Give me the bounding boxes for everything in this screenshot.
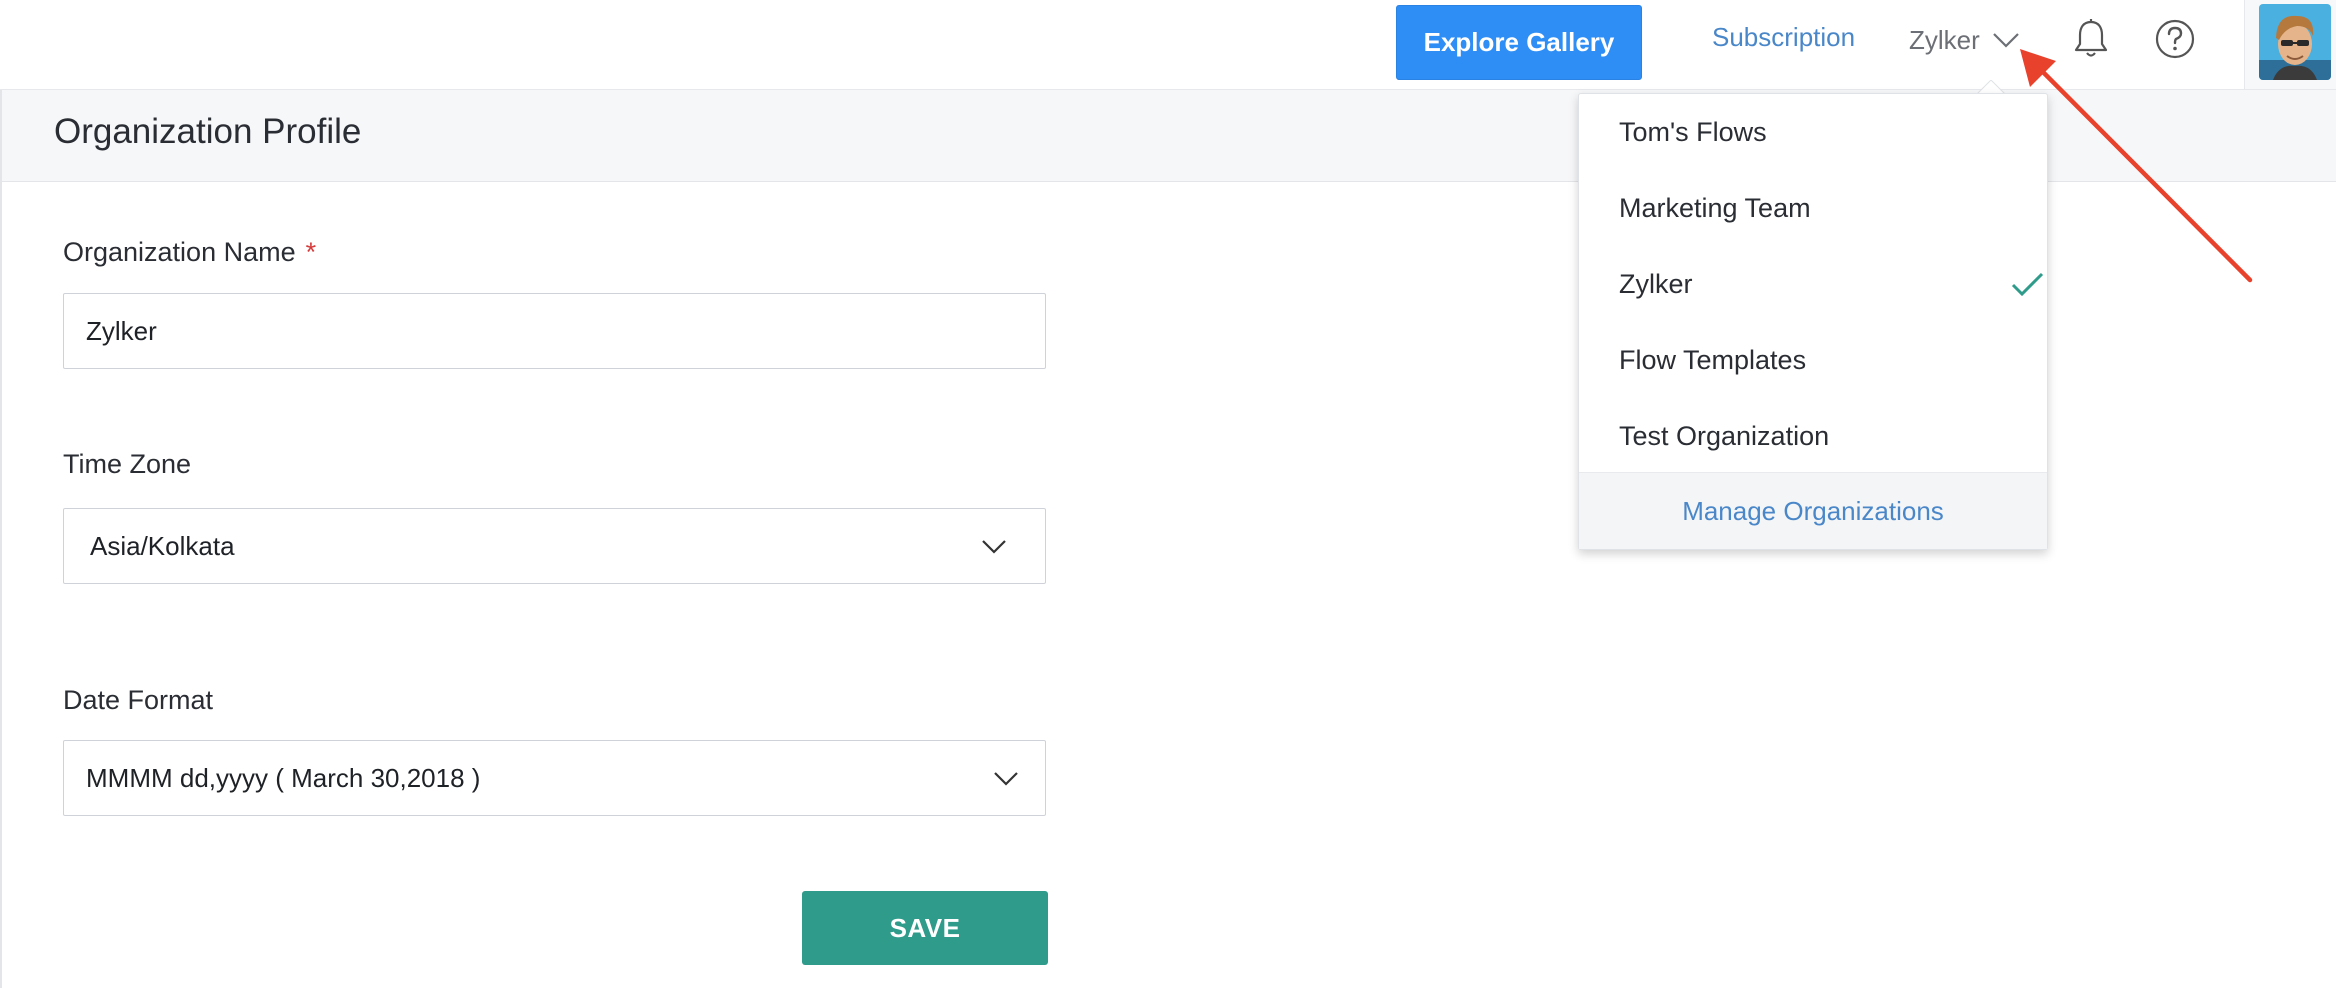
chevron-down-icon (994, 772, 1018, 786)
save-button[interactable]: SAVE (802, 891, 1048, 965)
dropdown-item-label: Test Organization (1619, 420, 1830, 451)
required-mark: * (305, 237, 317, 267)
dropdown-item-label: Marketing Team (1619, 192, 1811, 223)
subscription-link[interactable]: Subscription (1712, 22, 1855, 53)
page-title: Organization Profile (54, 112, 362, 151)
org-name-label-text: Organization Name (63, 237, 296, 267)
dropdown-item[interactable]: Tom's Flows (1619, 102, 2019, 162)
dropdown-item-label: Zylker (1619, 268, 1693, 299)
dropdown-item[interactable]: Marketing Team (1619, 178, 2019, 238)
dropdown-item-label: Flow Templates (1619, 344, 1807, 375)
dropdown-item-label: Tom's Flows (1619, 116, 1767, 147)
dropdown-item[interactable]: Test Organization (1619, 406, 2019, 466)
org-name-label: Organization Name * (63, 237, 316, 268)
check-icon (2011, 272, 2044, 297)
bell-icon[interactable] (2072, 18, 2110, 60)
org-switcher-label: Zylker (1909, 24, 1980, 55)
dropdown-item[interactable]: Flow Templates (1619, 330, 2019, 390)
org-switcher[interactable]: Zylker (1909, 20, 2020, 60)
date-format-value: MMMM dd,yyyy ( March 30,2018 ) (86, 763, 481, 793)
org-dropdown-menu: Tom's Flows Marketing Team Zylker Flow T… (1578, 93, 2048, 550)
timezone-value: Asia/Kolkata (90, 531, 235, 561)
manage-organizations-link[interactable]: Manage Organizations (1682, 496, 1944, 527)
avatar[interactable] (2259, 4, 2331, 80)
dropdown-caret (1977, 80, 2005, 94)
org-name-value: Zylker (86, 316, 157, 346)
chevron-down-icon (982, 540, 1006, 554)
date-format-select[interactable]: MMMM dd,yyyy ( March 30,2018 ) (63, 740, 1046, 816)
timezone-label: Time Zone (63, 449, 192, 479)
dropdown-footer: Manage Organizations (1579, 472, 2047, 549)
org-name-input[interactable]: Zylker (63, 293, 1046, 369)
timezone-select[interactable]: Asia/Kolkata (63, 508, 1046, 584)
date-format-label: Date Format (63, 685, 214, 715)
top-bar: Explore Gallery Subscription Zylker (0, 0, 2336, 90)
help-icon[interactable] (2154, 18, 2196, 60)
avatar-container (2244, 0, 2336, 89)
explore-gallery-button[interactable]: Explore Gallery (1396, 5, 1642, 80)
chevron-down-icon (1993, 33, 2019, 48)
dropdown-item-selected[interactable]: Zylker (1619, 254, 2044, 314)
